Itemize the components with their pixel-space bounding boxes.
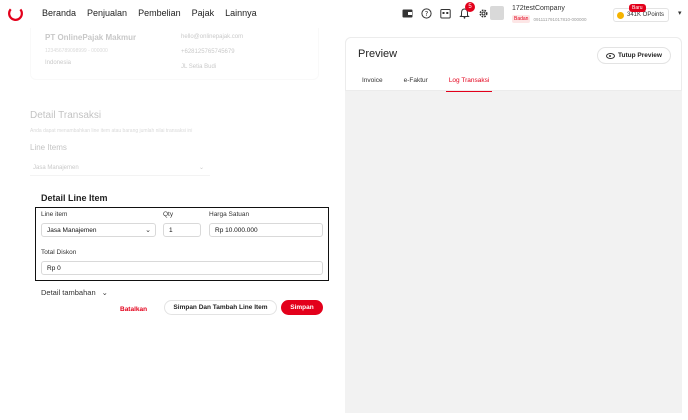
line-item-row-value: Jasa Manajemen	[33, 165, 79, 171]
menu-pajak[interactable]: Pajak	[192, 8, 215, 18]
menu-pembelian[interactable]: Pembelian	[138, 8, 181, 18]
company-avatar[interactable]	[490, 6, 504, 20]
wallet-icon[interactable]	[401, 7, 413, 19]
preview-panel: Preview Tutup Preview Invoice e-Faktur L…	[345, 37, 682, 413]
svg-text:?: ?	[424, 10, 428, 18]
company-card: PT OnlinePajak Makmur 123456789098999 - …	[30, 28, 319, 80]
gear-icon[interactable]	[477, 7, 489, 19]
detail-line-item-box: Line item Jasa Manajemen ⌄ Qty 1 Harga S…	[35, 207, 329, 281]
line-item-select[interactable]: Jasa Manajemen ⌄	[41, 223, 156, 237]
detail-line-item-title: Detail Line Item	[41, 193, 108, 203]
menu-lainnya[interactable]: Lainnya	[225, 8, 257, 18]
new-badge: Baru	[629, 4, 646, 12]
company-card-address: JL Setia Budi	[181, 64, 217, 70]
preview-header: Preview Tutup Preview Invoice e-Faktur L…	[345, 37, 682, 92]
detail-transaksi-subtitle: Anda dapat menambahkan line item atau ba…	[30, 128, 193, 134]
top-navbar: Beranda Penjualan Pembelian Pajak Lainny…	[0, 0, 688, 28]
onlinepajak-logo-icon[interactable]	[7, 5, 24, 22]
nav-icon-group: ? 5	[401, 2, 489, 19]
company-card-phone: +628125765745679	[181, 49, 235, 55]
tutup-preview-button[interactable]: Tutup Preview	[597, 47, 671, 64]
bell-icon[interactable]: 5	[458, 2, 475, 19]
qty-label: Qty	[163, 211, 174, 218]
coin-icon	[617, 11, 624, 19]
company-meta: Badan 091111791017810-000000	[512, 15, 587, 23]
harga-satuan-value: Rp 10.000.000	[215, 226, 258, 234]
chevron-down-icon[interactable]: ▾	[678, 9, 682, 17]
qty-value: 1	[169, 226, 173, 234]
simpan-tambah-button[interactable]: Simpan Dan Tambah Line Item	[164, 300, 277, 315]
company-name[interactable]: 172testCompany	[512, 5, 565, 12]
qty-input[interactable]: 1	[163, 223, 201, 237]
detail-tambahan-toggle[interactable]: Detail tambahan ⌄	[41, 288, 108, 297]
tab-efaktur[interactable]: e-Faktur	[404, 77, 428, 92]
line-item-select-value: Jasa Manajemen	[47, 226, 97, 234]
points-label: 341K OPoints	[627, 12, 665, 18]
chevron-down-icon: ⌄	[101, 288, 108, 297]
tab-log-transaksi[interactable]: Log Transaksi	[445, 77, 493, 92]
eye-icon	[606, 52, 616, 59]
detail-transaksi-title: Detail Transaksi	[30, 110, 102, 121]
company-card-npwp: 123456789098999 - 000000	[45, 48, 108, 54]
total-diskon-value: Rp 0	[47, 264, 61, 272]
tab-invoice[interactable]: Invoice	[362, 77, 383, 92]
company-npwp: 091111791017810-000000	[533, 16, 587, 22]
total-diskon-input[interactable]: Rp 0	[41, 261, 323, 275]
company-type-badge: Badan	[512, 15, 531, 23]
company-card-country: Indonesia	[45, 60, 72, 66]
help-icon[interactable]: ?	[420, 7, 432, 19]
simpan-button[interactable]: Simpan	[281, 300, 323, 315]
calendar-icon[interactable]	[439, 7, 451, 19]
company-card-name: PT OnlinePajak Makmur	[45, 33, 137, 42]
notification-badge: 5	[465, 2, 475, 12]
preview-title: Preview	[358, 48, 398, 60]
total-diskon-label: Total Diskon	[41, 249, 77, 256]
tutup-preview-label: Tutup Preview	[618, 52, 662, 59]
batalkan-button[interactable]: Batalkan	[120, 302, 147, 316]
detail-tambahan-label: Detail tambahan	[41, 288, 96, 297]
menu-beranda[interactable]: Beranda	[42, 8, 76, 18]
preview-tabs: Invoice e-Faktur Log Transaksi	[362, 77, 493, 92]
company-card-email: hello@onlinepajak.com	[181, 34, 244, 40]
chevron-down-icon: ⌄	[145, 227, 151, 234]
main-menu: Beranda Penjualan Pembelian Pajak Lainny…	[42, 8, 257, 18]
line-item-label: Line item	[41, 211, 68, 218]
harga-satuan-label: Harga Satuan	[209, 211, 250, 218]
chevron-down-icon: ⌄	[198, 165, 204, 171]
menu-penjualan[interactable]: Penjualan	[87, 8, 127, 18]
harga-satuan-input[interactable]: Rp 10.000.000	[209, 223, 323, 237]
line-item-row-bg: Jasa Manajemen ⌄	[30, 162, 210, 176]
line-items-title: Line Items	[30, 143, 67, 152]
